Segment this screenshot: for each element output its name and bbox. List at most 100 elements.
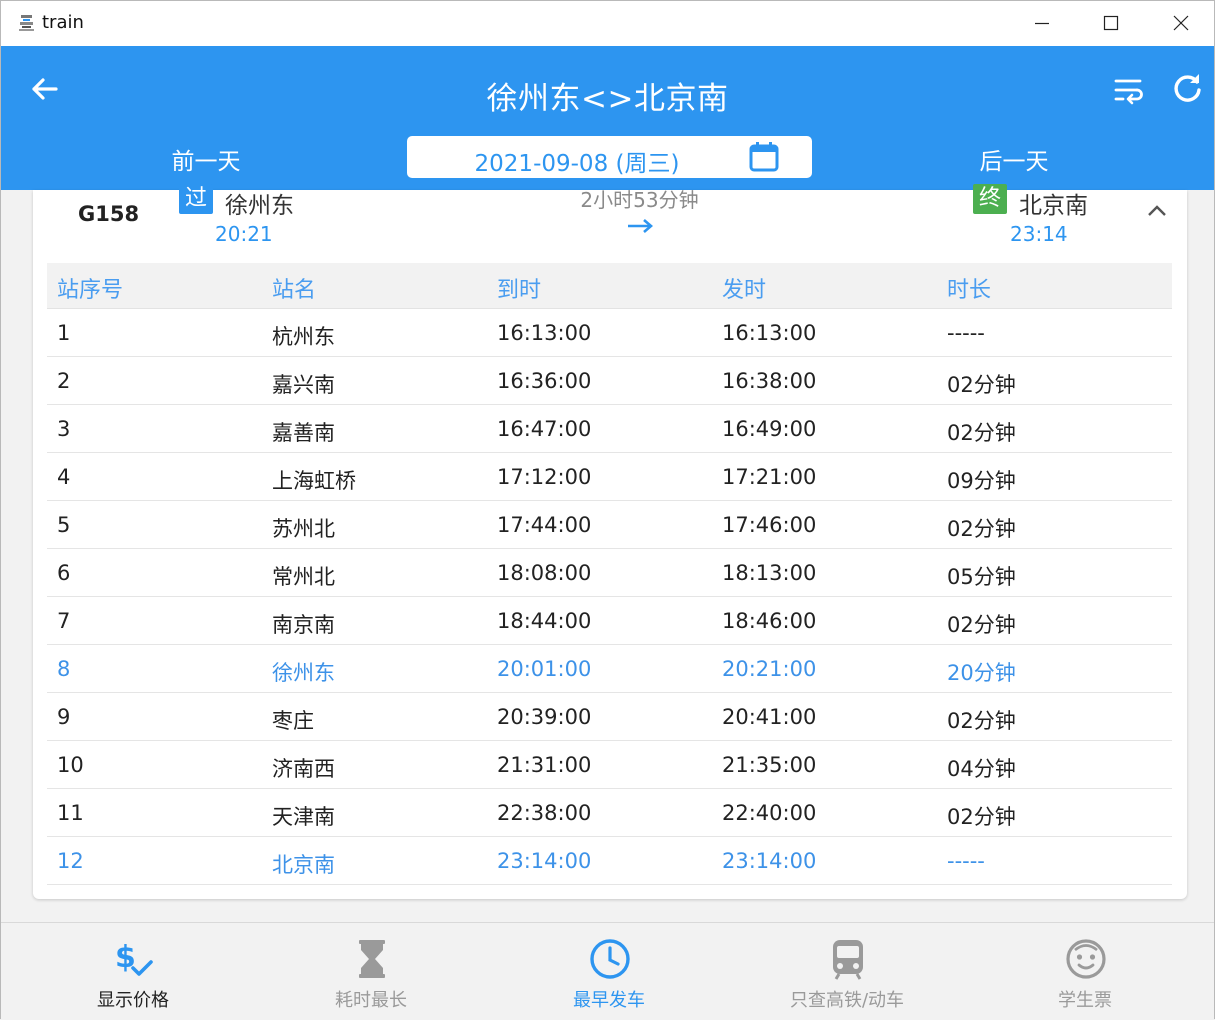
station-name: 杭州东 [272, 325, 335, 349]
table-body: 1 杭州东 16:13:00 16:13:00 ----- 2 嘉兴南 16:36:00 16:… [47, 309, 1172, 885]
terminal-badge: 终 [973, 184, 1007, 214]
depart-time: 17:21:00 [722, 465, 817, 489]
train-icon [833, 940, 863, 980]
header-cell: 发时 [722, 278, 767, 303]
next-day-button[interactable]: 后一天 [949, 142, 1079, 176]
from-station: 徐州东 [225, 193, 294, 219]
stop-duration: 02分钟 [947, 613, 1016, 637]
station-name: 常州北 [272, 565, 335, 589]
stop-number: 5 [57, 513, 71, 537]
stop-duration: 02分钟 [947, 517, 1016, 541]
window-title: train [42, 12, 84, 33]
table-row[interactable]: 7 南京南 18:44:00 18:46:00 02分钟 [47, 597, 1172, 645]
clock-icon [590, 939, 630, 979]
arrive-time: 21:31:00 [497, 753, 592, 777]
depart-time: 20:41:00 [722, 705, 817, 729]
depart-time: 16:13:00 [722, 321, 817, 345]
table-row[interactable]: 2 嘉兴南 16:36:00 16:38:00 02分钟 [47, 357, 1172, 405]
stop-duration: 04分钟 [947, 757, 1016, 781]
header-cell: 到时 [497, 278, 542, 303]
table-row[interactable]: 10 济南西 21:31:00 21:35:00 04分钟 [47, 741, 1172, 789]
route-title: 徐州东<>北京南 [486, 81, 729, 117]
stop-number: 7 [57, 609, 71, 633]
table-row[interactable]: 5 苏州北 17:44:00 17:46:00 02分钟 [47, 501, 1172, 549]
trip-duration: 2小时53分钟 [580, 188, 699, 212]
stop-number: 3 [57, 417, 71, 441]
title-bar: train [1, 1, 1214, 46]
from-time: 20:21 [215, 222, 273, 246]
nav-longest-duration[interactable]: 耗时最长 [250, 923, 492, 1020]
nav-label: 最早发车 [573, 990, 645, 1011]
stop-number: 2 [57, 369, 71, 393]
arrive-time: 16:47:00 [497, 417, 592, 441]
nav-label: 显示价格 [97, 990, 169, 1011]
refresh-icon[interactable] [1169, 70, 1205, 106]
stop-duration: ----- [947, 849, 985, 873]
stop-duration: 02分钟 [947, 421, 1016, 445]
stop-number: 10 [57, 753, 84, 777]
nav-student-ticket[interactable]: 学生票 [964, 923, 1206, 1020]
station-name: 苏州北 [272, 517, 335, 541]
stops-table: 站序号 站名 到时 发时 时长 1 杭州东 16:13:00 16:13:00 ----… [47, 263, 1172, 885]
stop-duration: 02分钟 [947, 709, 1016, 733]
nav-show-price[interactable]: $ 显示价格 [12, 923, 254, 1020]
depart-time: 22:40:00 [722, 801, 817, 825]
close-button[interactable] [1147, 1, 1215, 46]
bottom-nav: $ 显示价格 耗时最长 最早发车 只查高铁/动车 学生票 [1, 922, 1214, 1019]
price-check-icon: $ [115, 940, 153, 976]
minimize-button[interactable] [1008, 1, 1078, 46]
arrive-time: 16:36:00 [497, 369, 592, 393]
train-number: G158 [78, 202, 140, 226]
stop-duration: 20分钟 [947, 661, 1016, 685]
arrive-time: 20:39:00 [497, 705, 592, 729]
arrive-time: 18:44:00 [497, 609, 592, 633]
chevron-up-icon[interactable] [1145, 202, 1169, 218]
header-cell: 站序号 [57, 278, 124, 303]
station-name: 枣庄 [272, 709, 314, 733]
sort-swap-icon[interactable] [1111, 73, 1145, 107]
calendar-icon[interactable] [748, 141, 780, 173]
date-value: 2021-09-08 (周三) [474, 151, 680, 177]
minimize-icon [1035, 22, 1049, 25]
arrive-time: 17:44:00 [497, 513, 592, 537]
nav-label: 耗时最长 [335, 990, 407, 1011]
stop-number: 11 [57, 801, 84, 825]
close-icon [1173, 15, 1189, 31]
app-header: 徐州东<>北京南 前一天 2021-09-08 (周三) 后一天 [1, 46, 1214, 190]
table-row[interactable]: 1 杭州东 16:13:00 16:13:00 ----- [47, 309, 1172, 357]
table-row[interactable]: 11 天津南 22:38:00 22:40:00 02分钟 [47, 789, 1172, 837]
table-row[interactable]: 6 常州北 18:08:00 18:13:00 05分钟 [47, 549, 1172, 597]
stop-number: 4 [57, 465, 71, 489]
header-cell: 站名 [272, 278, 317, 303]
nav-earliest-departure[interactable]: 最早发车 [488, 923, 730, 1020]
stop-duration: ----- [947, 321, 985, 345]
table-row[interactable]: 3 嘉善南 16:47:00 16:49:00 02分钟 [47, 405, 1172, 453]
pass-badge: 过 [179, 184, 213, 214]
station-name: 南京南 [272, 613, 335, 637]
depart-time: 21:35:00 [722, 753, 817, 777]
date-picker[interactable]: 2021-09-08 (周三) [407, 136, 812, 178]
table-row[interactable]: 12 北京南 23:14:00 23:14:00 ----- [47, 837, 1172, 885]
station-name: 天津南 [272, 805, 335, 829]
nav-label: 只查高铁/动车 [789, 990, 905, 1011]
stop-number: 9 [57, 705, 71, 729]
table-row[interactable]: 9 枣庄 20:39:00 20:41:00 02分钟 [47, 693, 1172, 741]
nav-label: 学生票 [1058, 990, 1112, 1011]
station-name: 嘉兴南 [272, 373, 335, 397]
station-name: 上海虹桥 [272, 469, 356, 493]
prev-day-button[interactable]: 前一天 [141, 142, 271, 176]
depart-time: 23:14:00 [722, 849, 817, 873]
arrive-time: 23:14:00 [497, 849, 592, 873]
table-row[interactable]: 8 徐州东 20:01:00 20:21:00 20分钟 [47, 645, 1172, 693]
arrive-time: 22:38:00 [497, 801, 592, 825]
table-row[interactable]: 4 上海虹桥 17:12:00 17:21:00 09分钟 [47, 453, 1172, 501]
depart-time: 16:38:00 [722, 369, 817, 393]
arrow-right-icon [628, 219, 653, 233]
stop-number: 6 [57, 561, 71, 585]
stop-duration: 02分钟 [947, 805, 1016, 829]
maximize-button[interactable] [1077, 1, 1147, 46]
station-name: 徐州东 [272, 661, 335, 685]
header-cell: 时长 [947, 278, 992, 303]
train-card: G158 过 徐州东 20:21 2小时53分钟 终 北京南 23:14 站序号… [33, 184, 1187, 899]
nav-high-speed-only[interactable]: 只查高铁/动车 [726, 923, 968, 1020]
